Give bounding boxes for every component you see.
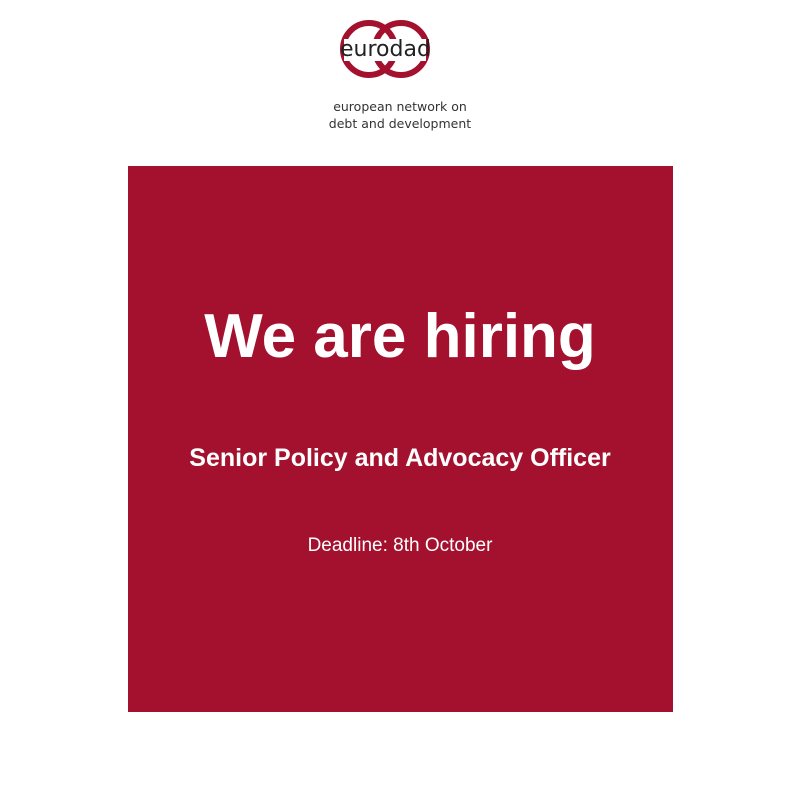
- logo-wordmark: eurodad: [340, 37, 431, 62]
- logo-tagline-line-1: european network on: [333, 99, 467, 114]
- logo-tagline-line-2: debt and development: [328, 116, 472, 131]
- eurodad-logo: eurodad european network on debt and dev…: [0, 0, 800, 150]
- announcement-panel: [128, 166, 673, 712]
- application-deadline: Deadline: 8th October: [307, 535, 493, 556]
- hiring-announcement: eurodad european network on debt and dev…: [0, 0, 800, 800]
- hiring-headline: We are hiring: [204, 302, 596, 371]
- job-title: Senior Policy and Advocacy Officer: [189, 444, 611, 472]
- logo-tagline: european network on debt and development: [300, 98, 500, 132]
